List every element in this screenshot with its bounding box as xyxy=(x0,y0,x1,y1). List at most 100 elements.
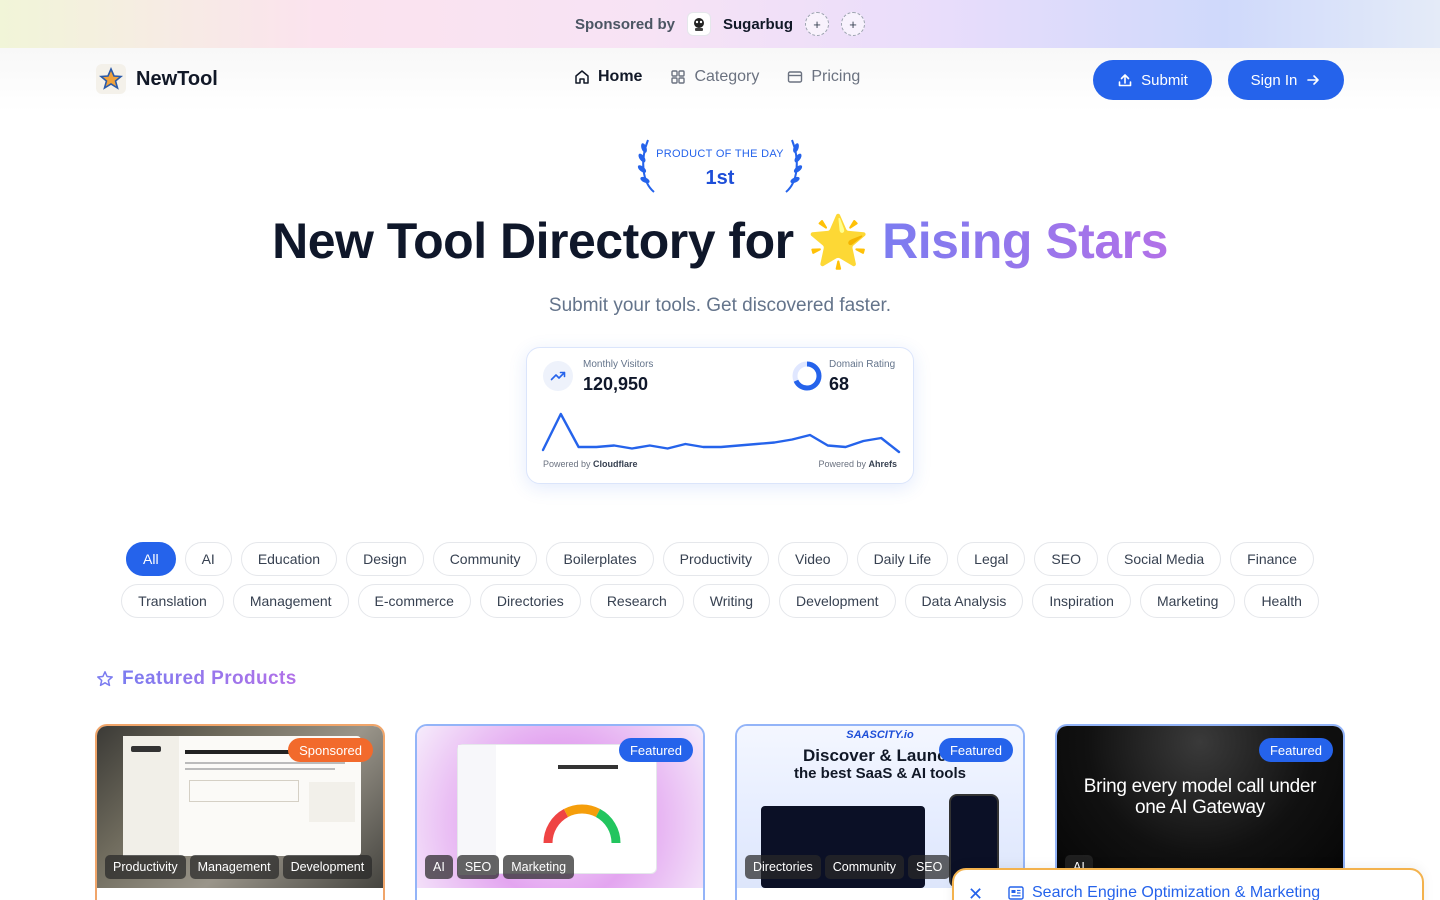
category-chip-finance[interactable]: Finance xyxy=(1230,542,1314,576)
rating-value: 68 xyxy=(829,374,850,394)
nav-category[interactable]: Category xyxy=(670,68,759,86)
powered-by-cloudflare[interactable]: Powered by Cloudflare xyxy=(543,459,638,469)
submit-label: Submit xyxy=(1141,71,1188,89)
featured-tag: Featured xyxy=(1258,738,1333,762)
card-category-tag[interactable]: Management xyxy=(189,855,279,879)
hero-title-highlight: Rising Stars xyxy=(882,213,1168,269)
domain-rating-ring xyxy=(792,361,822,391)
category-chip-social-media[interactable]: Social Media xyxy=(1107,542,1222,576)
category-chip-development[interactable]: Development xyxy=(779,584,896,618)
card-icon xyxy=(788,71,803,83)
category-chip-design[interactable]: Design xyxy=(346,542,424,576)
category-chip-management[interactable]: Management xyxy=(232,584,349,618)
category-chip-productivity[interactable]: Productivity xyxy=(662,542,769,576)
hero-title-main: New Tool Directory for xyxy=(272,213,794,269)
close-icon[interactable]: ✕ xyxy=(968,884,983,900)
star-outline-icon xyxy=(97,671,113,687)
card-category-tag[interactable]: Community xyxy=(824,855,904,879)
nav-home[interactable]: Home xyxy=(574,68,642,86)
visitors-sparkline xyxy=(541,412,901,454)
category-chip-boilerplates[interactable]: Boilerplates xyxy=(546,542,654,576)
nav-pricing[interactable]: Pricing xyxy=(787,68,860,86)
card-4-headline-1: Bring every model call under xyxy=(1083,776,1317,797)
card-category-tag[interactable]: SEO xyxy=(907,855,951,879)
category-chip-research[interactable]: Research xyxy=(589,584,684,618)
category-chip-seo[interactable]: SEO xyxy=(1034,542,1098,576)
logo-text: NewTool xyxy=(136,67,218,90)
product-card-1[interactable]: Sponsored Productivity Management Develo… xyxy=(95,724,385,900)
floating-popup-text[interactable]: Search Engine Optimization & Marketing xyxy=(1032,884,1320,900)
category-chip-health[interactable]: Health xyxy=(1244,584,1319,618)
category-chip-daily-life[interactable]: Daily Life xyxy=(856,542,949,576)
stats-card: Monthly Visitors 120,950 Domain Rating 6… xyxy=(526,347,914,484)
card-category-tag[interactable]: AI xyxy=(425,855,453,879)
submit-button[interactable]: Submit xyxy=(1093,60,1212,100)
visitors-value: 120,950 xyxy=(583,374,649,394)
hero-title: New Tool Directory for 🌟 Rising Stars xyxy=(0,212,1440,271)
arrow-right-icon xyxy=(1307,75,1320,85)
card-category-tag[interactable]: SEO xyxy=(456,855,500,879)
category-chip-data-analysis[interactable]: Data Analysis xyxy=(904,584,1024,618)
featured-tag: Featured xyxy=(938,738,1013,762)
star-emoji-icon: 🌟 xyxy=(806,213,869,269)
category-chips-row-2: Translation Management E-commerce Directori… xyxy=(0,584,1440,618)
hero-subtitle: Submit your tools. Get discovered faster… xyxy=(548,295,892,316)
product-of-the-day-badge[interactable]: PRODUCT OF THE DAY 1st xyxy=(636,138,804,194)
featured-tag: Featured xyxy=(618,738,693,762)
card-4-headline-2: one AI Gateway xyxy=(1135,797,1265,818)
category-chip-marketing[interactable]: Marketing xyxy=(1139,584,1236,618)
powered-right-prefix: Powered by xyxy=(818,459,866,469)
sponsor-bar: Sponsored by Sugarbug + + xyxy=(0,0,1440,48)
badge-caption: PRODUCT OF THE DAY xyxy=(656,148,784,160)
product-card-2-categories: AI SEO Marketing xyxy=(425,855,575,879)
ahrefs-brand: Ahrefs xyxy=(868,459,897,469)
floating-category-popup: ✕ Search Engine Optimization & Marketing xyxy=(952,868,1424,900)
powered-left-prefix: Powered by xyxy=(543,459,591,469)
sponsored-tag: Sponsored xyxy=(288,738,373,762)
sign-in-button[interactable]: Sign In xyxy=(1228,60,1344,100)
category-chip-inspiration[interactable]: Inspiration xyxy=(1032,584,1131,618)
sponsor-name[interactable]: Sugarbug xyxy=(723,16,793,33)
category-chip-legal[interactable]: Legal xyxy=(957,542,1026,576)
sign-in-label: Sign In xyxy=(1250,71,1298,89)
badge-rank: 1st xyxy=(705,167,735,189)
category-chip-e-commerce[interactable]: E-commerce xyxy=(357,584,471,618)
card-category-tag[interactable]: Productivity xyxy=(105,855,186,879)
card-category-tag[interactable]: Directories xyxy=(745,855,821,879)
nav-home-label: Home xyxy=(598,68,643,85)
upload-icon xyxy=(1118,74,1132,87)
category-chip-writing[interactable]: Writing xyxy=(692,584,771,618)
card-category-tag[interactable]: Marketing xyxy=(503,855,575,879)
category-chip-directories[interactable]: Directories xyxy=(479,584,581,618)
card-category-tag[interactable]: Development xyxy=(282,855,373,879)
add-sponsor-button[interactable]: + xyxy=(805,12,829,36)
category-chip-translation[interactable]: Translation xyxy=(121,584,224,618)
grid-icon xyxy=(671,70,686,84)
star-logo-icon xyxy=(96,64,126,94)
featured-title-text: Featured Products xyxy=(122,668,297,689)
trending-up-icon xyxy=(543,361,573,391)
sponsor-label: Sponsored by xyxy=(574,15,675,33)
powered-by-ahrefs[interactable]: Powered by Ahrefs xyxy=(818,459,897,469)
newspaper-icon xyxy=(1008,886,1024,900)
add-sponsor-button-2[interactable]: + xyxy=(841,12,865,36)
main-nav: Home Category Pricing xyxy=(574,68,860,86)
site-logo[interactable]: NewTool xyxy=(96,64,218,94)
featured-products-heading: Featured Products xyxy=(96,668,297,690)
nav-category-label: Category xyxy=(694,68,760,85)
sponsor-logo-icon[interactable] xyxy=(687,12,711,36)
site-header: NewTool Home Category Pricing Submit Sig… xyxy=(0,48,1440,112)
product-card-2[interactable]: Featured AI SEO Marketing xyxy=(415,724,705,900)
visitors-label: Monthly Visitors xyxy=(583,359,654,370)
cloudflare-brand: Cloudflare xyxy=(593,459,638,469)
category-chip-video[interactable]: Video xyxy=(778,542,848,576)
product-card-3-categories: Directories Community SEO xyxy=(745,855,951,879)
category-chip-all[interactable]: All xyxy=(126,542,176,576)
category-chip-community[interactable]: Community xyxy=(432,542,538,576)
category-chip-ai[interactable]: AI xyxy=(184,542,232,576)
home-icon xyxy=(575,70,589,84)
product-card-1-categories: Productivity Management Development xyxy=(105,855,373,879)
category-chips-row-1: All AI Education Design Community Boilerplate… xyxy=(0,542,1440,576)
category-chip-education[interactable]: Education xyxy=(240,542,338,576)
card-3-headline-2: the best SaaS & AI tools xyxy=(794,765,966,782)
